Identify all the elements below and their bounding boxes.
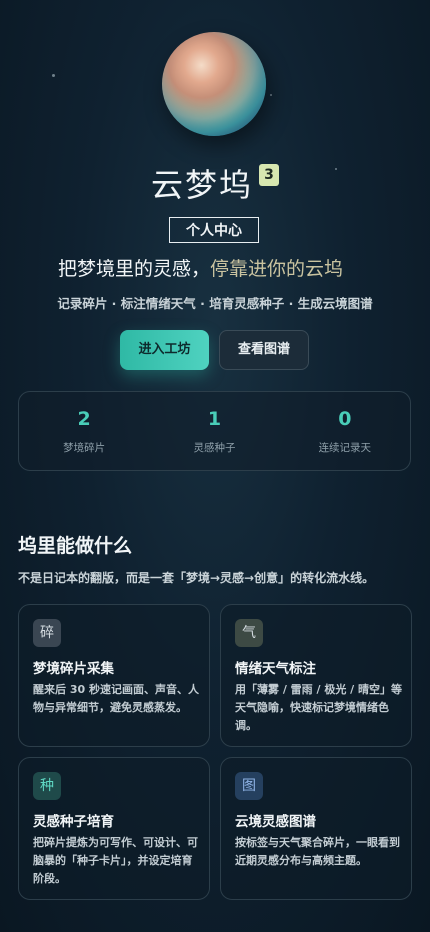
card-title: 云境灵感图谱 [235, 814, 316, 830]
star-decoration [270, 94, 272, 96]
app-title: 云梦坞 [150, 166, 253, 204]
enter-workshop-button[interactable]: 进入工坊 [120, 330, 209, 370]
card-description: 按标签与天气聚合碎片，一眼看到近期灵感分布与高频主题。 [235, 836, 400, 867]
feature-card-fragments[interactable]: 碎 梦境碎片采集 醒来后 30 秒速记画面、声音、人物与异常细节，避免灵感蒸发。 [18, 604, 210, 747]
card-description: 用「薄雾 / 雷雨 / 极光 / 晴空」等天气隐喻，快速标记梦境情绪色调。 [235, 683, 403, 732]
weather-icon: 气 [235, 619, 263, 647]
features-line: 记录碎片 · 标注情绪天气 · 培育灵感种子 · 生成云境图谱 [57, 296, 373, 311]
seed-icon: 种 [33, 772, 61, 800]
stat-fragments: 2 梦境碎片 [19, 392, 149, 470]
stat-value: 0 [338, 408, 352, 430]
section-description: 不是日记本的翻版，而是一套「梦境→灵感→创意」的转化流水线。 [18, 571, 375, 585]
profile-button[interactable]: 个人中心 [169, 217, 259, 243]
stat-value: 1 [207, 408, 222, 430]
stat-streak: 0 连续记录天 [280, 392, 410, 470]
feature-card-map[interactable]: 图 云境灵感图谱 按标签与天气聚合碎片，一眼看到近期灵感分布与高频主题。 [220, 757, 412, 900]
stats-panel: 2 梦境碎片 1 灵感种子 0 连续记录天 [18, 391, 411, 471]
hero-orb [162, 32, 266, 136]
card-title: 灵感种子培育 [33, 814, 114, 830]
stat-value: 2 [77, 408, 91, 430]
stat-label: 灵感种子 [193, 442, 236, 454]
map-icon: 图 [235, 772, 263, 800]
card-title: 梦境碎片采集 [33, 661, 114, 677]
section-title: 坞里能做什么 [18, 535, 133, 557]
fragment-icon: 碎 [33, 619, 61, 647]
title-row: 云梦坞 3 [0, 160, 430, 206]
star-decoration [52, 74, 55, 77]
card-description: 醒来后 30 秒速记画面、声音、人物与异常细节，避免灵感蒸发。 [33, 683, 199, 714]
stat-label: 梦境碎片 [63, 442, 106, 454]
notification-badge[interactable]: 3 [259, 164, 279, 186]
tagline-part-2: 停靠进你的云坞 [210, 258, 344, 280]
tagline: 把梦境里的灵感，停靠进你的云坞 [58, 254, 380, 281]
card-title: 情绪天气标注 [235, 661, 316, 677]
stat-label: 连续记录天 [318, 442, 372, 454]
feature-card-seeds[interactable]: 种 灵感种子培育 把碎片提炼为可写作、可设计、可脑暴的「种子卡片」，并设定培育阶… [18, 757, 210, 900]
view-map-button[interactable]: 查看图谱 [219, 330, 309, 370]
feature-card-weather[interactable]: 气 情绪天气标注 用「薄雾 / 雷雨 / 极光 / 晴空」等天气隐喻，快速标记梦… [220, 604, 412, 747]
tagline-part-1: 把梦境里的灵感， [58, 258, 211, 280]
card-description: 把碎片提炼为可写作、可设计、可脑暴的「种子卡片」，并设定培育阶段。 [33, 836, 198, 885]
stat-seeds: 1 灵感种子 [149, 392, 279, 470]
